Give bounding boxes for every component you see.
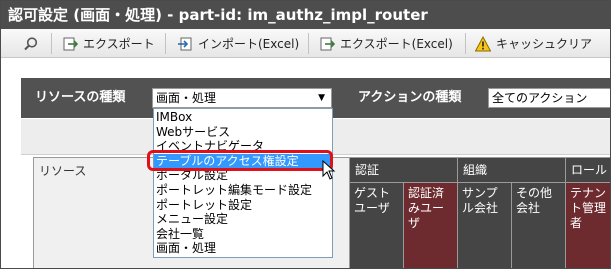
action-type-value: 全てのアクション xyxy=(492,91,588,105)
group-header-auth: 認証 xyxy=(350,157,458,183)
dropdown-option[interactable]: イベントナビゲータ xyxy=(154,139,332,154)
dropdown-option[interactable]: メニュー設定 xyxy=(154,212,332,227)
dropdown-option[interactable]: ポートレット編集モード設定 xyxy=(154,183,332,198)
dropdown-option[interactable]: 会社一覧 xyxy=(154,227,332,242)
subheader-sample-company: サンプ ル会社 xyxy=(458,183,512,268)
export-label: エクスポート xyxy=(83,37,155,51)
toolbar-separator xyxy=(51,33,52,54)
mouse-cursor-icon xyxy=(322,160,336,180)
resource-type-value: 画面・処理 xyxy=(156,91,217,105)
dropdown-option[interactable]: IMBox xyxy=(154,110,332,125)
resource-type-label: リソースの種類 xyxy=(35,90,126,105)
search-button[interactable] xyxy=(23,29,44,58)
cache-clear-button[interactable]: キャッシュクリア xyxy=(475,29,592,58)
cache-clear-label: キャッシュクリア xyxy=(496,37,593,51)
import-excel-icon xyxy=(178,37,192,50)
dropdown-option[interactable]: 画面・処理 xyxy=(154,241,332,256)
chevron-down-icon: ▼ xyxy=(318,93,325,103)
toolbar: エクスポート インポート(Excel) エクスポート(Excel) キャッシュク… xyxy=(1,29,610,58)
export-excel-icon xyxy=(320,37,335,50)
action-type-select[interactable]: 全てのアクション xyxy=(488,88,610,108)
toolbar-separator xyxy=(308,33,309,54)
subheader-guest-user: ゲスト ユーザ xyxy=(350,183,404,268)
dropdown-option[interactable]: ポータル設定 xyxy=(154,168,332,183)
dropdown-option-highlighted[interactable]: テーブルのアクセス権設定 xyxy=(154,153,332,169)
subheader-tenant-admin: テナン ト管理 者 xyxy=(566,183,610,268)
toolbar-separator xyxy=(465,33,466,54)
group-header-role: ロール xyxy=(566,157,610,183)
resource-type-dropdown-list[interactable]: IMBox Webサービス イベントナビゲータ テーブルのアクセス権設定 ポータ… xyxy=(153,108,333,258)
import-excel-label: インポート(Excel) xyxy=(198,37,300,51)
search-icon xyxy=(24,36,38,50)
app-window: 認可設定 (画面・処理) - part-id: im_authz_impl_ro… xyxy=(0,0,611,269)
import-excel-button[interactable]: インポート(Excel) xyxy=(177,29,299,58)
resource-type-select[interactable]: 画面・処理 ▼ xyxy=(152,88,332,108)
toolbar-separator xyxy=(165,33,166,54)
subheader-authenticated-user: 認証済 みユー ザ xyxy=(404,183,458,268)
group-header-org: 組織 xyxy=(458,157,566,183)
warning-icon xyxy=(475,35,491,51)
export-excel-button[interactable]: エクスポート(Excel) xyxy=(319,29,453,58)
export-excel-label: エクスポート(Excel) xyxy=(340,37,453,51)
dropdown-option[interactable]: Webサービス xyxy=(154,125,332,140)
window-title: 認可設定 (画面・処理) - part-id: im_authz_impl_ro… xyxy=(1,1,610,29)
export-icon xyxy=(63,37,78,50)
action-type-label: アクションの種類 xyxy=(358,90,462,105)
export-button[interactable]: エクスポート xyxy=(62,29,155,58)
subheader-other-company: その他 会社 xyxy=(512,183,566,268)
dropdown-option[interactable]: ポートレット設定 xyxy=(154,198,332,213)
